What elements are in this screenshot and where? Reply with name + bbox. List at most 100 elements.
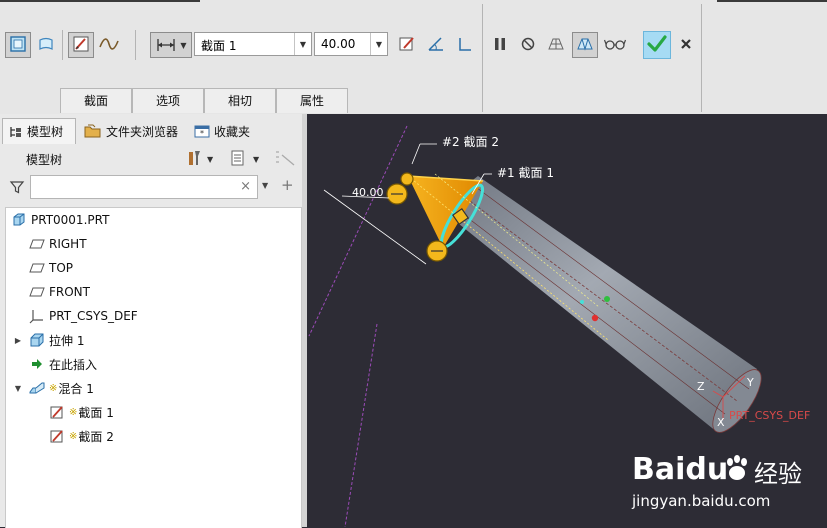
chevron-down-icon[interactable]: ▼ (294, 33, 311, 55)
collapse-icon[interactable]: ▼ (13, 383, 23, 393)
tab-folder-browser-label: 文件夹浏览器 (106, 124, 179, 139)
glasses-button[interactable] (602, 32, 628, 58)
surface-button[interactable] (33, 32, 59, 58)
show-menu-icon[interactable]: ▼ (230, 149, 264, 170)
svg-text:*: * (200, 129, 204, 138)
blend-dashboard: ▼ 截面 1 ▼ 40.00 ▼ 截面 选项 相切 属性 (0, 0, 827, 114)
tree-item[interactable]: PRT_CSYS_DEF (28, 304, 138, 328)
tree-item[interactable]: ※ 混合 1 (28, 376, 94, 400)
section-1-label[interactable]: #1 截面 1 (497, 164, 554, 181)
watermark-brand: Baidu (632, 452, 729, 487)
no-preview-button[interactable] (515, 32, 541, 58)
insert-here-arrow-icon (28, 355, 46, 373)
tree-filter-icon[interactable] (274, 149, 298, 170)
verify-preview-icon (575, 35, 595, 56)
regenerate-marker-icon: ※ (69, 406, 78, 418)
tree-item-label: 截面 2 (78, 429, 114, 444)
model-tree: PRT0001.PRT RIGHT TOP FRONT PRT_CSYS_DEF (5, 207, 302, 528)
section-2-label[interactable]: #2 截面 2 (442, 133, 499, 150)
tab-tangency[interactable]: 相切 (204, 88, 276, 113)
tree-item-label: RIGHT (49, 237, 87, 251)
search-input[interactable]: × (30, 175, 258, 199)
tree-item-label: PRT_CSYS_DEF (49, 309, 138, 323)
no-preview-icon (520, 36, 536, 55)
datum-plane-icon (28, 235, 46, 253)
title-strip (0, 0, 200, 2)
datum-plane-icon (28, 283, 46, 301)
chevron-down-icon[interactable]: ▼ (370, 33, 387, 55)
depth-option-button[interactable]: ▼ (150, 32, 192, 58)
separator (701, 4, 702, 112)
chevron-down-icon[interactable]: ▼ (262, 181, 268, 190)
solid-button[interactable] (5, 32, 31, 58)
tree-item-label: 截面 1 (78, 405, 114, 420)
tab-folder-browser[interactable]: 文件夹浏览器 (78, 118, 186, 144)
surface-icon (37, 35, 55, 56)
sketch-section-icon (48, 427, 66, 445)
paw-icon (722, 454, 752, 487)
tab-favorites[interactable]: * 收藏夹 (188, 118, 264, 144)
tree-header: 模型树 ▼ ▼ × ▼ + (0, 144, 307, 204)
tree-item[interactable]: 拉伸 1 (28, 328, 84, 352)
tree-item[interactable]: FRONT (28, 280, 90, 304)
watermark: Baidu 经验 jingyan.baidu.com (632, 452, 827, 512)
blend-icon (28, 379, 46, 397)
separator (482, 4, 483, 112)
datum-plane-icon (28, 259, 46, 277)
point-marker (580, 300, 584, 304)
tab-properties[interactable]: 属性 (276, 88, 348, 113)
pause-icon (492, 36, 508, 55)
edit-sketch-button[interactable] (394, 32, 420, 58)
tree-item[interactable]: TOP (28, 256, 73, 280)
expand-icon[interactable]: ▶ (13, 335, 23, 345)
watermark-product: 经验 (754, 460, 802, 488)
watermark-url: jingyan.baidu.com (632, 492, 771, 510)
navigator-pane: 模型树 文件夹浏览器 * 收藏夹 模型树 ▼ ▼ × ▼ + PRT0001.P… (0, 114, 307, 528)
svg-text:▼: ▼ (207, 155, 214, 164)
part-icon (10, 211, 28, 229)
graphics-window[interactable]: #2 截面 2 #1 截面 1 40.00 Z Y X PRT_CSYS_DEF… (307, 114, 827, 527)
clear-search-icon[interactable]: × (240, 179, 251, 194)
solid-icon (9, 35, 27, 56)
tab-model-tree[interactable]: 模型树 (2, 118, 76, 144)
depth-dimension-label[interactable]: 40.00 (352, 186, 384, 199)
smooth-button[interactable] (96, 32, 122, 58)
tree-item[interactable]: ※ 截面 1 (48, 400, 114, 424)
tree-item-label: 在此插入 (49, 357, 98, 372)
tree-settings-icon[interactable]: ▼ (186, 149, 216, 170)
depth-dropdown[interactable]: 40.00 ▼ (314, 32, 388, 56)
add-filter-icon[interactable]: + (281, 176, 294, 194)
tree-item-label: TOP (49, 261, 74, 275)
tab-options[interactable]: 选项 (132, 88, 204, 113)
pause-button[interactable] (487, 32, 513, 58)
tab-favorites-label: 收藏夹 (214, 124, 251, 139)
section-dropdown[interactable]: 截面 1 ▼ (194, 32, 312, 56)
insert-section-icon (456, 35, 474, 56)
separator (135, 30, 136, 60)
tab-sections[interactable]: 截面 (60, 88, 132, 113)
angle-button[interactable] (423, 32, 449, 58)
sketch-section-icon (48, 403, 66, 421)
sketch-button[interactable] (68, 32, 94, 58)
section-2-handle[interactable] (400, 172, 414, 186)
tree-item[interactable]: PRT0001.PRT (10, 208, 109, 232)
tree-item-label: FRONT (49, 285, 90, 299)
mesh-preview-button[interactable] (543, 32, 569, 58)
insert-section-button[interactable] (452, 32, 478, 58)
cancel-button[interactable] (673, 32, 699, 58)
verify-preview-button[interactable] (572, 32, 598, 58)
tree-item[interactable]: RIGHT (28, 232, 87, 256)
ok-button[interactable] (643, 31, 671, 59)
filter-icon[interactable] (9, 179, 25, 198)
regenerate-marker-icon: ※ (49, 382, 58, 394)
point-marker (591, 314, 599, 322)
regenerate-marker-icon: ※ (69, 430, 78, 442)
point-marker (604, 296, 610, 302)
tree-item[interactable]: 在此插入 (28, 352, 97, 376)
section-dropdown-value: 截面 1 (201, 39, 237, 53)
folder-icon (84, 124, 102, 138)
tree-item[interactable]: ※ 截面 2 (48, 424, 114, 448)
chevron-down-icon: ▼ (180, 40, 187, 50)
title-strip (717, 0, 827, 2)
depth-dropdown-value: 40.00 (321, 37, 356, 51)
